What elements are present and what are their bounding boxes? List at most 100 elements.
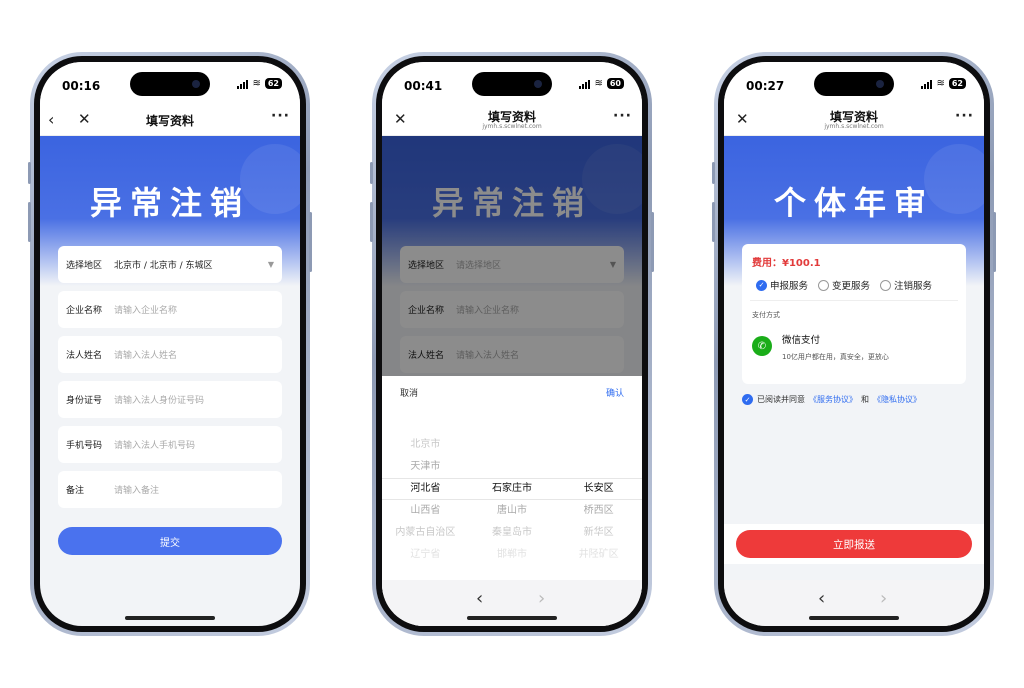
- option-label: 变更服务: [832, 281, 871, 292]
- city-column[interactable]: 石家庄市 唐山市 秦皇岛市 邯郸市: [469, 434, 556, 566]
- picker-option[interactable]: 井陉矿区: [555, 544, 642, 566]
- wechat-pay-description: 10亿用户都在用，真安全，更放心: [782, 353, 889, 361]
- status-bar: 00:16 ≋ 62: [40, 62, 300, 106]
- status-time: 00:41: [404, 79, 443, 93]
- nav-bar: ‹ ✕ 填写资料 ···: [40, 106, 300, 136]
- region-select[interactable]: 选择地区 北京市 / 北京市 / 东城区 ▼: [58, 246, 282, 283]
- home-indicator: [125, 616, 215, 620]
- option-change[interactable]: 变更服务: [818, 278, 870, 292]
- phone-frame-3: 00:27 ≋ 62 ✕ 填写资料 jymh.s.scwlnet.com ···…: [712, 52, 996, 636]
- report-now-button[interactable]: 立即报送: [736, 530, 972, 558]
- picker-option[interactable]: 邯郸市: [469, 544, 556, 566]
- battery-icon: 62: [948, 78, 966, 89]
- status-bar: 00:41 ≋ 60: [382, 62, 642, 106]
- info-form: 选择地区 北京市 / 北京市 / 东城区 ▼ 企业名称 请输入企业名称 法人姓名…: [58, 246, 282, 516]
- status-time: 00:27: [746, 79, 785, 93]
- agree-and-text: 和: [861, 395, 869, 404]
- district-column[interactable]: 长安区 桥西区 新华区 井陉矿区: [555, 434, 642, 566]
- more-icon[interactable]: ···: [613, 108, 632, 124]
- privacy-agreement-link[interactable]: 《隐私协议》: [873, 394, 921, 405]
- picker-option[interactable]: 辽宁省: [382, 544, 469, 566]
- picker-option[interactable]: 内蒙古自治区: [382, 522, 469, 544]
- legal-person-field[interactable]: 法人姓名 请输入法人姓名: [58, 336, 282, 373]
- fee-text: 费用：¥100.1: [752, 258, 821, 269]
- radio-checked-icon[interactable]: ✓: [756, 279, 767, 291]
- payment-method-label: 支付方式: [752, 311, 780, 319]
- forward-arrow-icon[interactable]: ›: [880, 588, 887, 609]
- battery-icon: 60: [606, 78, 624, 89]
- radio-icon[interactable]: [880, 279, 892, 291]
- submit-button[interactable]: 提交: [58, 527, 282, 555]
- phone-number-field[interactable]: 手机号码 请输入法人手机号码: [58, 426, 282, 463]
- action-bar: 立即报送: [724, 524, 984, 564]
- more-icon[interactable]: ···: [955, 108, 974, 124]
- wechat-pay-option[interactable]: 微信支付: [782, 332, 820, 346]
- dynamic-island: [472, 72, 552, 96]
- province-column[interactable]: 北京市 天津市 河北省 山西省 内蒙古自治区 辽宁省: [382, 434, 469, 566]
- status-bar: 00:27 ≋ 62: [724, 62, 984, 106]
- back-arrow-icon[interactable]: ‹: [476, 588, 483, 609]
- picker-option[interactable]: [469, 434, 556, 456]
- nav-bar: ✕ 填写资料 jymh.s.scwlnet.com ···: [382, 106, 642, 136]
- dynamic-island: [814, 72, 894, 96]
- picker-option[interactable]: 唐山市: [469, 500, 556, 522]
- company-name-field[interactable]: 企业名称 请输入企业名称: [58, 291, 282, 328]
- home-indicator: [467, 616, 557, 620]
- picker-confirm-button[interactable]: 确认: [606, 386, 624, 399]
- picker-option[interactable]: 新华区: [555, 522, 642, 544]
- back-arrow-icon[interactable]: ‹: [818, 588, 825, 609]
- option-cancel[interactable]: 注销服务: [880, 278, 932, 292]
- id-number-field[interactable]: 身份证号 请输入法人身份证号码: [58, 381, 282, 418]
- home-indicator: [809, 616, 899, 620]
- picker-option[interactable]: 北京市: [382, 434, 469, 456]
- field-placeholder: 请输入企业名称: [114, 306, 178, 316]
- field-label: 备注: [66, 486, 85, 496]
- picker-option-selected[interactable]: 石家庄市: [469, 478, 556, 500]
- picker-option[interactable]: [555, 434, 642, 456]
- field-label: 选择地区: [66, 261, 103, 271]
- hero-title: 个体年审: [773, 184, 934, 222]
- screen-1: 00:16 ≋ 62 ‹ ✕ 填写资料 ··· 异常注销 选择地区 北京市 / …: [40, 62, 300, 626]
- screen-3: 00:27 ≋ 62 ✕ 填写资料 jymh.s.scwlnet.com ···…: [724, 62, 984, 626]
- picker-option[interactable]: 秦皇岛市: [469, 522, 556, 544]
- picker-option-selected[interactable]: 河北省: [382, 478, 469, 500]
- signal-icon: [579, 79, 591, 89]
- field-placeholder: 请输入法人手机号码: [114, 441, 196, 451]
- picker-cancel-button[interactable]: 取消: [400, 386, 418, 399]
- picker-option-selected[interactable]: 长安区: [555, 478, 642, 500]
- page-url: jymh.s.scwlnet.com: [482, 123, 542, 130]
- service-agreement-link[interactable]: 《服务协议》: [809, 394, 857, 405]
- hero-title: 异常注销: [89, 184, 250, 222]
- option-label: 申报服务: [770, 281, 809, 292]
- option-label: 注销服务: [894, 281, 933, 292]
- battery-icon: 62: [264, 78, 282, 89]
- agree-checkbox-icon[interactable]: ✓: [742, 394, 753, 405]
- signal-icon: [921, 79, 933, 89]
- field-label: 手机号码: [66, 441, 103, 451]
- status-time: 00:16: [62, 79, 101, 93]
- option-declare[interactable]: ✓ 申报服务: [756, 278, 808, 292]
- field-placeholder: 请输入备注: [114, 486, 160, 496]
- radio-icon[interactable]: [818, 279, 830, 291]
- agree-text: 已阅读并同意: [757, 395, 805, 404]
- agreement-row: ✓ 已阅读并同意 《服务协议》 和 《隐私协议》: [742, 394, 921, 405]
- field-label: 身份证号: [66, 396, 103, 406]
- browser-bottom-bar: ‹ ›: [724, 580, 984, 626]
- forward-arrow-icon[interactable]: ›: [538, 588, 545, 609]
- remark-field[interactable]: 备注 请输入备注: [58, 471, 282, 508]
- picker-option[interactable]: 天津市: [382, 456, 469, 478]
- field-label: 法人姓名: [66, 351, 103, 361]
- dynamic-island: [130, 72, 210, 96]
- page-title: 填写资料: [145, 114, 194, 128]
- picker-option[interactable]: 山西省: [382, 500, 469, 522]
- picker-option[interactable]: 桥西区: [555, 500, 642, 522]
- browser-bottom-bar: ‹ ›: [382, 580, 642, 626]
- wifi-icon: ≋: [252, 78, 261, 89]
- wechat-pay-icon[interactable]: ✆: [752, 336, 772, 356]
- modal-overlay[interactable]: [382, 136, 642, 376]
- more-icon[interactable]: ···: [271, 108, 290, 124]
- picker-option[interactable]: [469, 456, 556, 478]
- picker-option[interactable]: [555, 456, 642, 478]
- field-placeholder: 请输入法人身份证号码: [114, 396, 205, 406]
- screen-2: 00:41 ≋ 60 ✕ 填写资料 jymh.s.scwlnet.com ···…: [382, 62, 642, 626]
